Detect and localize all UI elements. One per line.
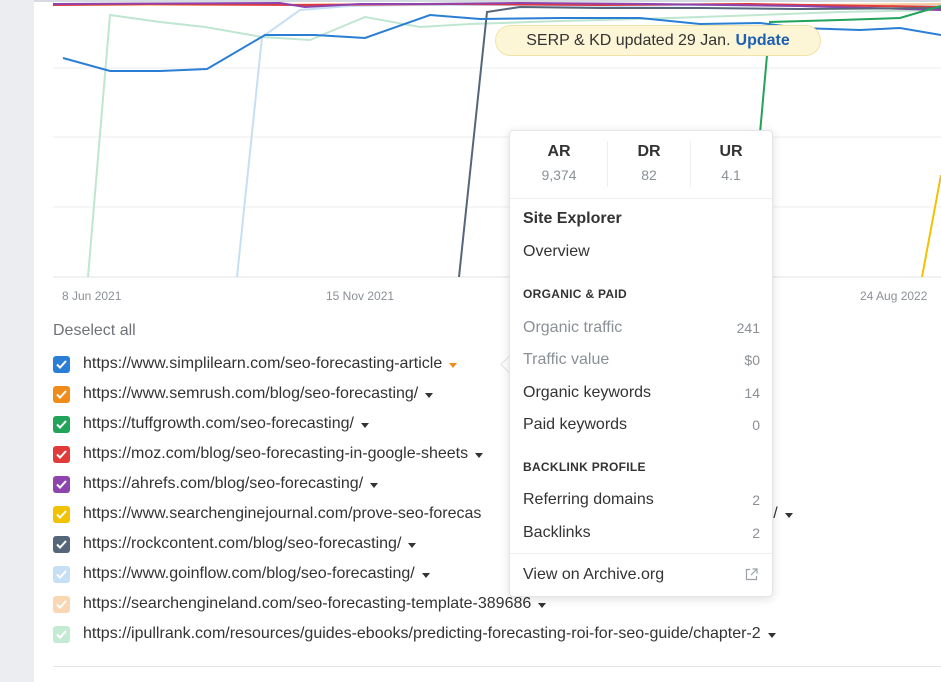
url-checkbox[interactable] bbox=[53, 475, 70, 493]
organic-traffic-label: Organic traffic bbox=[523, 319, 623, 336]
organic-traffic-value: 241 bbox=[736, 320, 760, 336]
url-link[interactable]: https://www.goinflow.com/blog/seo-foreca… bbox=[83, 565, 415, 583]
check-icon bbox=[56, 419, 67, 429]
site-explorer-title: Site Explorer bbox=[523, 210, 622, 227]
check-icon bbox=[56, 539, 67, 549]
series-searchenginejournal bbox=[921, 174, 941, 278]
url-checkbox[interactable] bbox=[53, 355, 70, 373]
url-checkbox[interactable] bbox=[53, 535, 70, 553]
archive-link[interactable]: View on Archive.org bbox=[523, 566, 664, 584]
backlinks-label: Backlinks bbox=[523, 524, 591, 541]
dropdown-caret-icon[interactable] bbox=[449, 362, 458, 368]
deselect-all-link[interactable]: Deselect all bbox=[53, 322, 136, 340]
url-row[interactable]: https://www.semrush.com/blog/seo-forecas… bbox=[53, 383, 434, 405]
url-link[interactable]: https://www.searchenginejournal.com/prov… bbox=[83, 505, 481, 523]
url-row[interactable]: https://ipullrank.com/resources/guides-e… bbox=[53, 623, 776, 645]
check-icon bbox=[56, 389, 67, 399]
metric-dr-value: 82 bbox=[641, 167, 657, 183]
dropdown-caret-icon[interactable] bbox=[425, 392, 434, 398]
metrics-row: AR 9,374 DR 82 UR 4.1 bbox=[510, 131, 772, 199]
dropdown-caret-icon[interactable] bbox=[538, 602, 547, 608]
metric-dr-label: DR bbox=[637, 143, 661, 160]
url-checkbox[interactable] bbox=[53, 625, 70, 643]
url-link[interactable]: https://ahrefs.com/blog/seo-forecasting/ bbox=[83, 475, 363, 493]
check-icon bbox=[56, 509, 67, 519]
x-axis-label-end: 24 Aug 2022 bbox=[860, 289, 928, 303]
overview-link[interactable]: Overview bbox=[523, 243, 590, 261]
chart-gridlines bbox=[53, 67, 941, 278]
dropdown-caret-icon[interactable] bbox=[767, 632, 776, 638]
bottom-divider bbox=[53, 666, 941, 667]
url-row[interactable]: https://moz.com/blog/seo-forecasting-in-… bbox=[53, 443, 484, 465]
check-icon bbox=[56, 569, 67, 579]
external-link-icon[interactable] bbox=[745, 568, 758, 581]
banner-text: SERP & KD updated 29 Jan. bbox=[526, 31, 731, 49]
url-checkbox[interactable] bbox=[53, 385, 70, 403]
url-row[interactable]: https://rockcontent.com/blog/seo-forecas… bbox=[53, 533, 417, 555]
dropdown-caret-icon[interactable] bbox=[360, 422, 369, 428]
dropdown-caret-icon[interactable] bbox=[475, 452, 484, 458]
backlinks-value: 2 bbox=[752, 525, 760, 541]
paid-keywords-label: Paid keywords bbox=[523, 416, 628, 433]
dropdown-caret-icon[interactable] bbox=[370, 482, 379, 488]
update-link[interactable]: Update bbox=[736, 32, 790, 50]
metric-ar: AR 9,374 bbox=[518, 143, 600, 183]
url-popup: AR 9,374 DR 82 UR 4.1 Site Explorer Over… bbox=[509, 130, 773, 597]
check-icon bbox=[56, 629, 67, 639]
organic-keywords-value: 14 bbox=[744, 385, 760, 401]
popup-divider bbox=[510, 553, 772, 554]
referring-domains-value: 2 bbox=[752, 492, 760, 508]
dropdown-caret-icon[interactable] bbox=[421, 572, 430, 578]
url-link[interactable]: https://www.semrush.com/blog/seo-forecas… bbox=[83, 385, 418, 403]
url-row[interactable]: https://www.simplilearn.com/seo-forecast… bbox=[53, 353, 458, 375]
check-icon bbox=[56, 599, 67, 609]
dropdown-caret-icon[interactable] bbox=[784, 512, 793, 518]
url-link[interactable]: https://ipullrank.com/resources/guides-e… bbox=[83, 625, 761, 643]
organic-keywords-label: Organic keywords bbox=[523, 384, 652, 401]
metric-ur-value: 4.1 bbox=[721, 167, 741, 183]
url-row[interactable]: https://www.goinflow.com/blog/seo-foreca… bbox=[53, 563, 430, 585]
traffic-value-value: $0 bbox=[744, 352, 760, 368]
dropdown-caret-icon[interactable] bbox=[408, 542, 417, 548]
url-link[interactable]: https://searchengineland.com/seo-forecas… bbox=[83, 595, 531, 613]
url-row[interactable]: https://searchengineland.com/seo-forecas… bbox=[53, 593, 547, 615]
metric-ar-value: 9,374 bbox=[541, 167, 577, 183]
url-link[interactable]: https://tuffgrowth.com/seo-forecasting/ bbox=[83, 415, 354, 433]
check-icon bbox=[56, 449, 67, 459]
url-row[interactable]: https://ahrefs.com/blog/seo-forecasting/ bbox=[53, 473, 379, 495]
url-row[interactable]: https://tuffgrowth.com/seo-forecasting/ bbox=[53, 413, 369, 435]
url-checkbox[interactable] bbox=[53, 565, 70, 583]
check-icon bbox=[56, 479, 67, 489]
url-checkbox[interactable] bbox=[53, 415, 70, 433]
organic-paid-heading: ORGANIC & PAID bbox=[523, 287, 627, 301]
url-link[interactable]: https://www.simplilearn.com/seo-forecast… bbox=[83, 355, 442, 373]
paid-keywords-value: 0 bbox=[752, 417, 760, 433]
x-axis-label-start: 8 Jun 2021 bbox=[62, 289, 122, 303]
x-axis-label-middle: 15 Nov 2021 bbox=[326, 289, 395, 303]
metric-ur: UR 4.1 bbox=[690, 143, 772, 183]
check-icon bbox=[56, 359, 67, 369]
backlink-profile-heading: BACKLINK PROFILE bbox=[523, 460, 646, 474]
update-banner: SERP & KD updated 29 Jan. Update bbox=[495, 25, 821, 56]
url-checkbox[interactable] bbox=[53, 505, 70, 523]
metric-dr: DR 82 bbox=[608, 143, 690, 183]
url-checkbox[interactable] bbox=[53, 595, 70, 613]
url-checkbox[interactable] bbox=[53, 445, 70, 463]
traffic-value-label: Traffic value bbox=[523, 351, 610, 368]
url-link[interactable]: https://rockcontent.com/blog/seo-forecas… bbox=[83, 535, 401, 553]
referring-domains-label: Referring domains bbox=[523, 491, 654, 508]
metric-ur-label: UR bbox=[719, 143, 743, 160]
metric-ar-label: AR bbox=[547, 143, 571, 160]
url-link[interactable]: https://moz.com/blog/seo-forecasting-in-… bbox=[83, 445, 468, 463]
